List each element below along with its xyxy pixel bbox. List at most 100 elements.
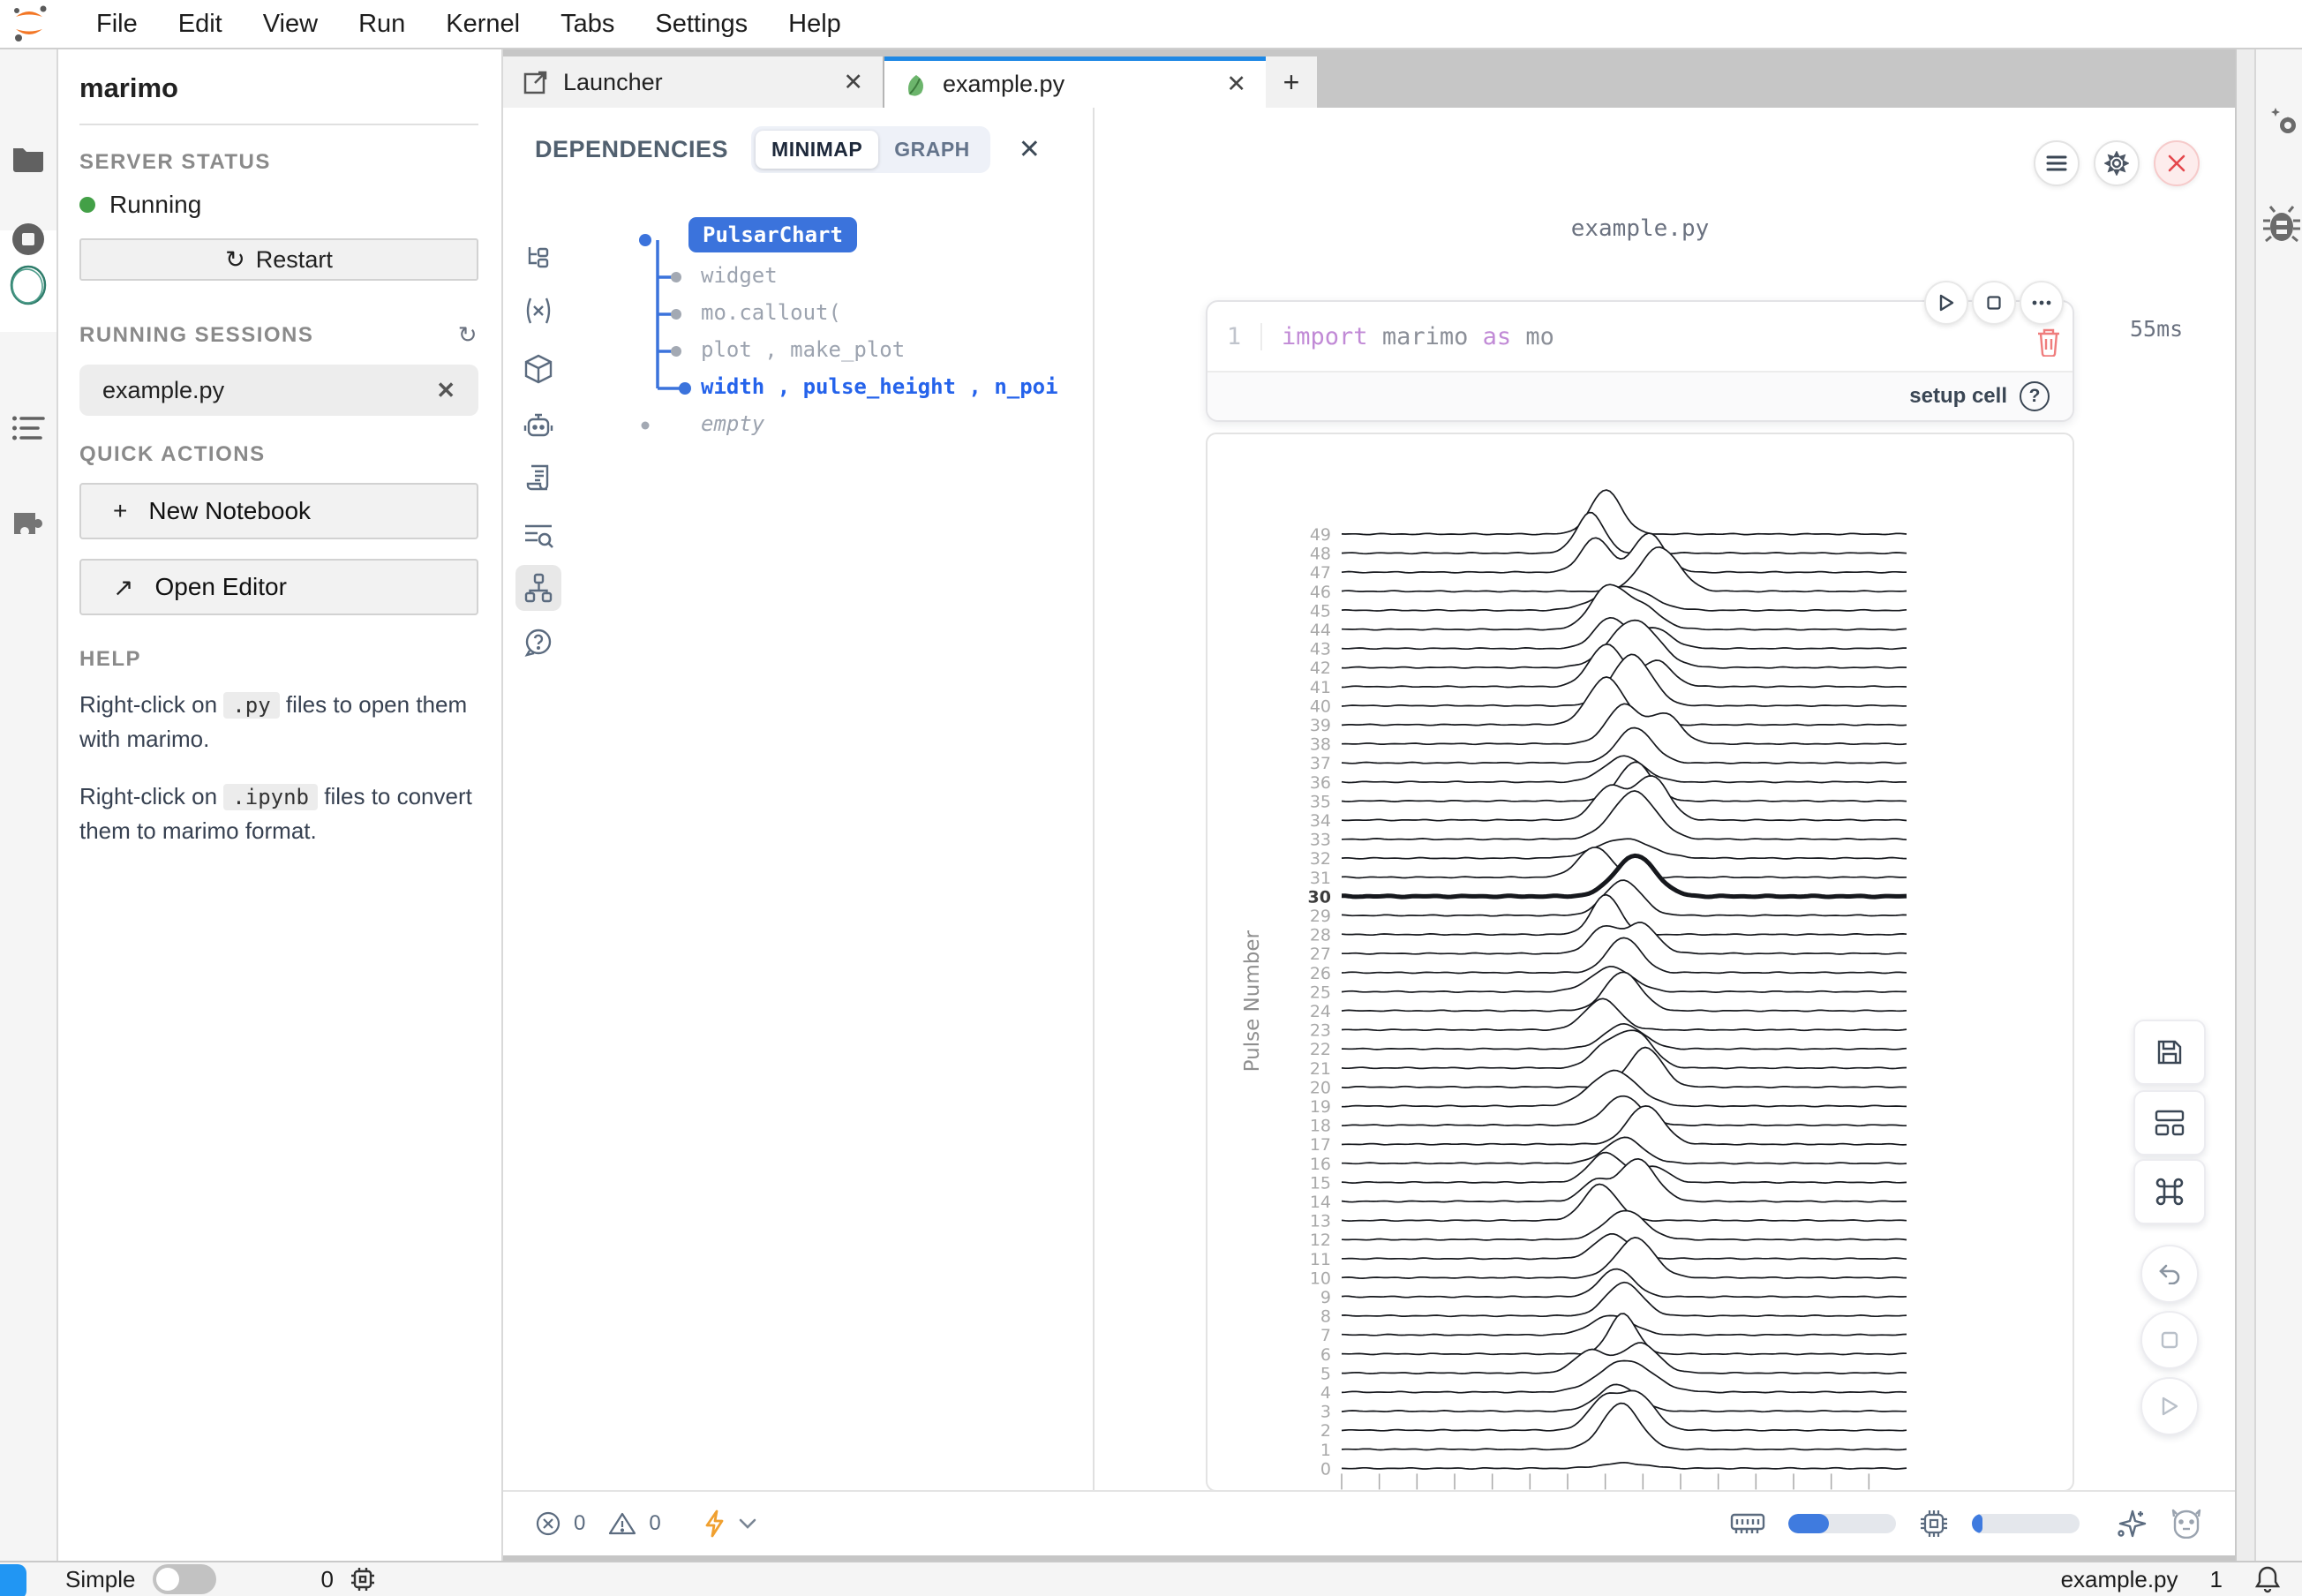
dep-node-width[interactable]: width , pulse_height , n_poi: [701, 374, 1058, 399]
marimo-sidebar-icon[interactable]: [0, 254, 56, 316]
menu-tabs[interactable]: Tabs: [560, 10, 614, 39]
svg-text:42: 42: [1310, 659, 1331, 678]
quick-actions-label: QUICK ACTIONS: [79, 442, 266, 467]
jupyter-logo-icon: [9, 4, 49, 43]
menu-run[interactable]: Run: [358, 10, 405, 39]
cell-more-button[interactable]: [2020, 281, 2064, 325]
ai-assistant-icon[interactable]: [515, 403, 561, 448]
svg-text:43: 43: [1310, 640, 1331, 659]
scrollbar-gutter[interactable]: [2237, 49, 2256, 1561]
notebook-tool-strip: [503, 191, 572, 1490]
menu-help[interactable]: Help: [788, 10, 841, 39]
tab-example-py[interactable]: example.py ✕: [884, 56, 1266, 108]
restart-label: Restart: [256, 246, 333, 274]
extensions-icon[interactable]: [0, 491, 56, 553]
refresh-sessions-icon[interactable]: ↻: [458, 321, 478, 349]
kernel-status-icon[interactable]: [350, 1566, 376, 1592]
svg-text:33: 33: [1310, 831, 1331, 850]
dependencies-icon[interactable]: [515, 565, 561, 611]
session-item[interactable]: example.py ✕: [79, 365, 478, 416]
svg-text:21: 21: [1310, 1059, 1331, 1079]
dep-node-empty[interactable]: empty: [701, 411, 764, 436]
tab-example-label: example.py: [943, 71, 1064, 98]
packages-icon[interactable]: [515, 346, 561, 392]
notebook-shutdown-button[interactable]: [2154, 140, 2200, 186]
logs-icon[interactable]: [515, 454, 561, 500]
lightning-icon[interactable]: [703, 1509, 726, 1538]
token-import: import: [1282, 323, 1368, 350]
help-icon[interactable]: [515, 620, 561, 666]
menu-file[interactable]: File: [96, 10, 138, 39]
setup-help-icon[interactable]: ?: [2020, 381, 2050, 411]
notebook-menu-button[interactable]: [2034, 140, 2080, 186]
dep-node-plot[interactable]: plot , make_plot: [701, 337, 905, 362]
menu-settings[interactable]: Settings: [655, 10, 748, 39]
new-tab-button[interactable]: +: [1266, 56, 1317, 108]
dependencies-panel: DEPENDENCIES MINIMAP GRAPH ✕: [503, 108, 1095, 1490]
new-notebook-button[interactable]: + New Notebook: [79, 483, 478, 539]
graph-toggle-button[interactable]: GRAPH: [878, 131, 986, 169]
layout-button[interactable]: [2133, 1090, 2206, 1156]
property-inspector-icon[interactable]: [2263, 106, 2302, 145]
tab-launcher[interactable]: Launcher ✕: [503, 56, 884, 108]
stop-cell-button[interactable]: [1972, 281, 2016, 325]
variables-icon[interactable]: [515, 288, 561, 334]
menu-edit[interactable]: Edit: [178, 10, 222, 39]
running-sessions-label: RUNNING SESSIONS: [79, 323, 313, 348]
delete-cell-icon[interactable]: [2035, 327, 2062, 357]
svg-text:1: 1: [1320, 1441, 1331, 1460]
file-browser-icon[interactable]: [0, 127, 56, 189]
svg-text:22: 22: [1310, 1040, 1331, 1059]
stop-all-button[interactable]: [2140, 1311, 2199, 1369]
undo-button[interactable]: [2140, 1245, 2199, 1303]
notebook-settings-button[interactable]: [2094, 140, 2140, 186]
notifications-bell-icon[interactable]: [2254, 1565, 2281, 1593]
server-status-value: Running: [109, 191, 201, 219]
open-editor-button[interactable]: ↗ Open Editor: [79, 559, 478, 615]
statusbar-filename[interactable]: example.py: [2061, 1566, 2178, 1593]
menu-bar: File Edit View Run Kernel Tabs Settings …: [0, 0, 2302, 49]
run-cell-button[interactable]: [1924, 281, 1968, 325]
errors-icon[interactable]: [535, 1510, 561, 1537]
pulsar-chart-output: Pulse Number0123456789101112131415161718…: [1206, 433, 2074, 1490]
statusbar-page: 1: [2210, 1566, 2223, 1593]
dep-node-widget[interactable]: widget: [701, 263, 778, 288]
scratchpad-search-icon[interactable]: [515, 514, 561, 560]
new-notebook-label: New Notebook: [148, 497, 311, 525]
simple-mode-toggle[interactable]: [153, 1564, 216, 1594]
svg-text:27: 27: [1310, 945, 1331, 964]
svg-text:38: 38: [1310, 735, 1331, 755]
menu-kernel[interactable]: Kernel: [446, 10, 520, 39]
svg-text:Pulse Number: Pulse Number: [1241, 930, 1264, 1073]
debugger-icon[interactable]: [2263, 205, 2300, 244]
close-launcher-tab-icon[interactable]: ✕: [843, 69, 863, 96]
toggle-knob: [156, 1568, 179, 1591]
setup-cell-label: setup cell: [1909, 384, 2007, 409]
dep-node-callout[interactable]: mo.callout(: [701, 300, 841, 325]
run-all-button[interactable]: [2140, 1377, 2199, 1435]
notebook-panel: example.py 1 import marimo as mo setup c…: [1095, 108, 2235, 1490]
command-palette-button[interactable]: [2133, 1159, 2206, 1224]
svg-text:44: 44: [1310, 621, 1331, 640]
warnings-icon[interactable]: [608, 1511, 636, 1536]
ai-sparkle-icon[interactable]: [2115, 1508, 2147, 1540]
cell-code[interactable]: import marimo as mo: [1282, 323, 1554, 350]
table-of-contents-icon[interactable]: [0, 398, 56, 460]
copilot-icon[interactable]: [2170, 1509, 2203, 1539]
menu-view[interactable]: View: [263, 10, 318, 39]
svg-text:15: 15: [1310, 1173, 1331, 1193]
quick-actions-heading: QUICK ACTIONS: [79, 442, 478, 467]
minimap-toggle-button[interactable]: MINIMAP: [756, 131, 878, 169]
close-dependencies-icon[interactable]: ✕: [1019, 134, 1041, 165]
save-button[interactable]: [2133, 1020, 2206, 1085]
close-example-tab-icon[interactable]: ✕: [1226, 71, 1246, 98]
svg-text:18: 18: [1310, 1117, 1331, 1136]
error-count: 0: [574, 1511, 585, 1536]
chevron-down-icon[interactable]: [739, 1518, 756, 1529]
status-dot-icon: [79, 197, 95, 213]
file-tree-icon[interactable]: [515, 235, 561, 281]
dep-node-pulsarchart[interactable]: PulsarChart: [688, 222, 857, 247]
close-session-icon[interactable]: ✕: [436, 377, 455, 404]
restart-button[interactable]: ↻ Restart: [79, 238, 478, 281]
svg-text:30: 30: [1308, 887, 1331, 907]
